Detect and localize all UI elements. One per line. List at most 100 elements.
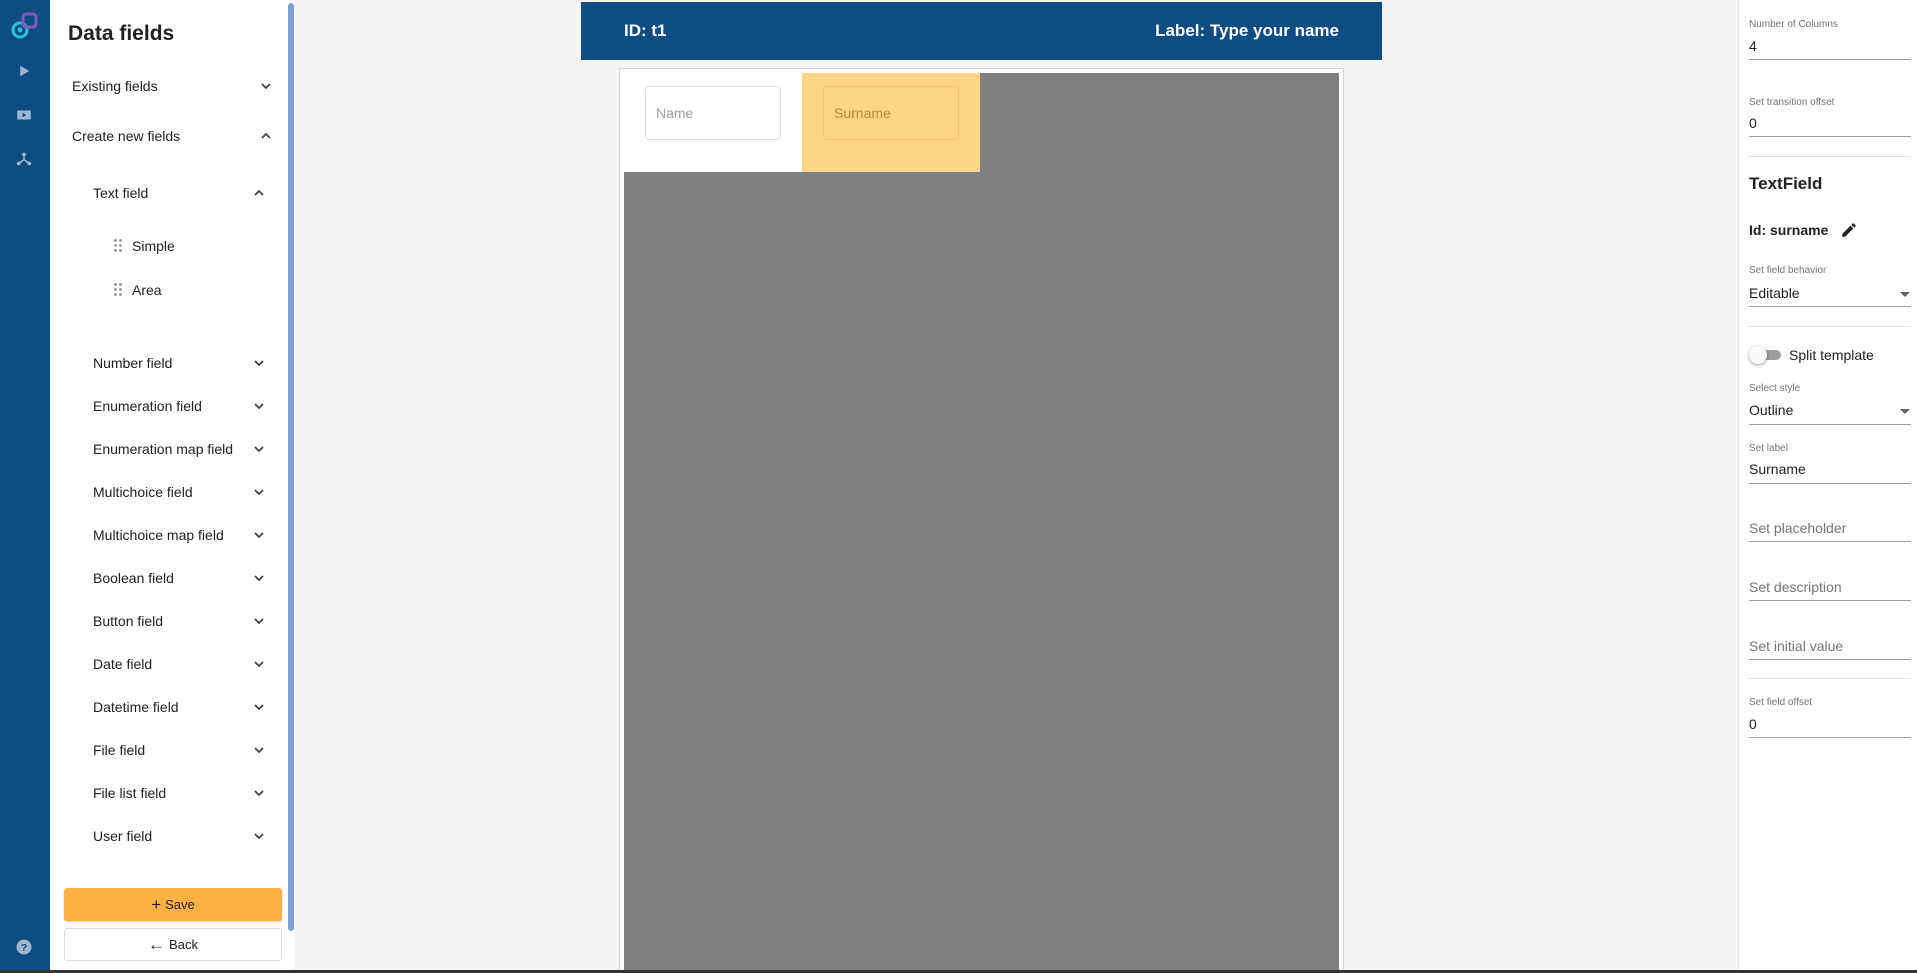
field-type-file-list-field[interactable]: File list field	[93, 781, 294, 805]
columns-input[interactable]: 4	[1749, 38, 1757, 54]
chevron-down-icon	[253, 658, 265, 670]
chevron-down-icon	[253, 615, 265, 627]
field-type-number-field[interactable]: Number field	[93, 351, 294, 375]
description-input[interactable]: Set description	[1749, 579, 1842, 595]
field-type-label: Button field	[93, 613, 164, 629]
placeholder-underline	[1749, 541, 1911, 542]
transition-label: Label: Type your name	[1155, 21, 1339, 40]
network-icon[interactable]	[13, 148, 35, 170]
existing-fields-toggle[interactable]: Existing fields	[72, 74, 272, 98]
placeholder-input[interactable]: Set placeholder	[1749, 520, 1846, 536]
divider	[1749, 326, 1911, 327]
surname-textfield[interactable]: Surname	[823, 86, 959, 140]
behavior-label: Set field behavior	[1749, 265, 1827, 276]
field-type-label: Enumeration map field	[93, 441, 234, 457]
chevron-up-icon	[253, 187, 265, 199]
help-icon[interactable]: ?	[13, 936, 35, 958]
text-item-area[interactable]: Area	[132, 282, 162, 298]
text-item-simple[interactable]: Simple	[132, 238, 175, 254]
caret-down-icon[interactable]	[1900, 292, 1910, 297]
name-textfield[interactable]: Name	[645, 86, 781, 140]
arrow-left-icon: ←	[148, 935, 166, 954]
field-type-enumeration-map-field[interactable]: Enumeration map field	[93, 437, 294, 461]
chevron-down-icon	[253, 701, 265, 713]
caret-down-icon[interactable]	[1900, 409, 1910, 414]
divider	[1749, 156, 1911, 157]
play-icon[interactable]	[13, 60, 35, 82]
style-select[interactable]: Outline	[1749, 402, 1909, 418]
field-id-text: Id: surname	[1749, 222, 1829, 238]
panel-scrollbar[interactable]	[288, 3, 294, 931]
field-offset-input[interactable]: 0	[1749, 716, 1757, 732]
text-field-label: Text field	[93, 185, 149, 201]
plus-icon: +	[151, 895, 162, 914]
form-grid[interactable]	[624, 73, 1339, 973]
chevron-down-icon	[253, 529, 265, 541]
save-button[interactable]: + Save	[64, 888, 282, 921]
columns-label: Number of Columns	[1749, 19, 1838, 30]
field-type-datetime-field[interactable]: Datetime field	[93, 695, 294, 719]
transition-header: ID: t1 Label: Type your name	[581, 2, 1382, 60]
create-new-fields-label: Create new fields	[72, 128, 181, 144]
field-type-multichoice-map-field[interactable]: Multichoice map field	[93, 523, 294, 547]
split-template-label: Split template	[1789, 347, 1874, 363]
chevron-down-icon	[253, 744, 265, 756]
app-logo-icon[interactable]	[9, 10, 41, 42]
back-button[interactable]: ← Back	[64, 928, 282, 961]
chevron-down-icon	[260, 80, 272, 92]
split-template-toggle[interactable]	[1749, 346, 1781, 364]
field-offset-label: Set field offset	[1749, 697, 1813, 708]
drag-handle-icon[interactable]	[114, 239, 124, 253]
field-type-label: Date field	[93, 656, 153, 672]
field-type-date-field[interactable]: Date field	[93, 652, 294, 676]
description-underline	[1749, 600, 1911, 601]
text-field-toggle[interactable]: Text field	[93, 181, 294, 205]
transition-offset-underline	[1749, 136, 1911, 137]
field-type-enumeration-field[interactable]: Enumeration field	[93, 394, 294, 418]
field-type-user-field[interactable]: User field	[93, 824, 294, 848]
field-type-multichoice-field[interactable]: Multichoice field	[93, 480, 294, 504]
transition-offset-input[interactable]: 0	[1749, 115, 1757, 131]
pencil-icon[interactable]	[1840, 221, 1858, 239]
fields-panel: Data fields Existing fields Create new f…	[50, 0, 294, 973]
field-type-label: Number field	[93, 355, 173, 371]
field-offset-underline	[1749, 737, 1911, 738]
initial-value-underline	[1749, 659, 1911, 660]
chevron-down-icon	[253, 486, 265, 498]
chevron-up-icon	[260, 130, 272, 142]
field-type-boolean-field[interactable]: Boolean field	[93, 566, 294, 590]
field-type-file-field[interactable]: File field	[93, 738, 294, 762]
set-label-label: Set label	[1749, 443, 1788, 454]
set-label-input[interactable]: Surname	[1749, 461, 1806, 477]
field-type-label: File field	[93, 742, 146, 758]
columns-underline	[1749, 59, 1911, 60]
panel-title: Data fields	[68, 22, 175, 45]
drag-handle-icon[interactable]	[114, 283, 124, 297]
transition-offset-label: Set transition offset	[1749, 97, 1835, 108]
field-type-label: Boolean field	[93, 570, 174, 586]
properties-panel: Number of Columns 4 Set transition offse…	[1738, 0, 1917, 973]
field-type-label: Multichoice field	[93, 484, 193, 500]
chevron-down-icon	[253, 830, 265, 842]
create-new-fields-toggle[interactable]: Create new fields	[72, 124, 272, 148]
chevron-down-icon	[253, 572, 265, 584]
initial-value-input[interactable]: Set initial value	[1749, 638, 1843, 654]
field-id: Id: surname	[1749, 221, 1858, 239]
field-type-label: User field	[93, 828, 153, 844]
youtube-icon[interactable]	[13, 104, 35, 126]
field-type-title: TextField	[1749, 174, 1823, 193]
save-label: Save	[165, 897, 195, 912]
behavior-select[interactable]: Editable	[1749, 285, 1909, 301]
field-type-label: File list field	[93, 785, 167, 801]
icon-rail: ?	[0, 0, 50, 973]
chevron-down-icon	[253, 443, 265, 455]
chevron-down-icon	[253, 787, 265, 799]
field-type-label: Datetime field	[93, 699, 179, 715]
svg-text:?: ?	[21, 942, 27, 954]
existing-fields-label: Existing fields	[72, 78, 158, 94]
style-underline	[1749, 424, 1911, 425]
chevron-down-icon	[253, 400, 265, 412]
chevron-down-icon	[253, 357, 265, 369]
divider	[1749, 678, 1911, 679]
field-type-button-field[interactable]: Button field	[93, 609, 294, 633]
